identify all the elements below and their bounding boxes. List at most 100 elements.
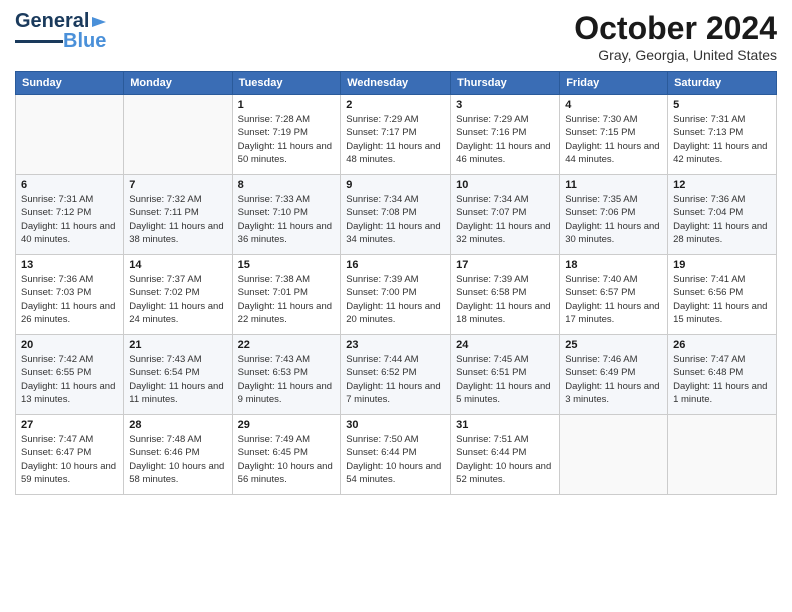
calendar-cell: 25 Sunrise: 7:46 AMSunset: 6:49 PMDayligh… [560, 335, 668, 415]
day-number: 19 [673, 259, 771, 271]
calendar-cell: 21 Sunrise: 7:43 AMSunset: 6:54 PMDayligh… [124, 335, 232, 415]
day-number: 6 [21, 179, 118, 191]
calendar-cell: 22 Sunrise: 7:43 AMSunset: 6:53 PMDayligh… [232, 335, 341, 415]
calendar-cell: 20 Sunrise: 7:42 AMSunset: 6:55 PMDayligh… [16, 335, 124, 415]
header: General Blue October 2024 Gray, Georgia,… [15, 10, 777, 63]
day-number: 29 [238, 419, 336, 431]
day-number: 23 [346, 339, 445, 351]
day-info: Sunrise: 7:37 AMSunset: 7:02 PMDaylight:… [129, 273, 226, 326]
calendar-cell: 1 Sunrise: 7:28 AMSunset: 7:19 PMDaylight… [232, 95, 341, 175]
day-number: 11 [565, 179, 662, 191]
calendar-cell: 23Sunrise: 7:44 AMSunset: 6:52 PMDayligh… [341, 335, 451, 415]
month-title: October 2024 [574, 10, 777, 47]
day-info: Sunrise: 7:30 AMSunset: 7:15 PMDaylight:… [565, 113, 662, 166]
logo: General Blue [15, 10, 108, 53]
day-info: Sunrise: 7:43 AMSunset: 6:54 PMDaylight:… [129, 353, 226, 406]
day-number: 5 [673, 99, 771, 111]
day-info: Sunrise: 7:47 AMSunset: 6:48 PMDaylight:… [673, 353, 771, 406]
title-block: October 2024 Gray, Georgia, United State… [574, 10, 777, 63]
calendar-cell: 2 Sunrise: 7:29 AMSunset: 7:17 PMDaylight… [341, 95, 451, 175]
calendar-header-wednesday: Wednesday [341, 72, 451, 95]
calendar-cell: 30 Sunrise: 7:50 AMSunset: 6:44 PMDayligh… [341, 415, 451, 495]
calendar-cell: 16Sunrise: 7:39 AMSunset: 7:00 PMDayligh… [341, 255, 451, 335]
day-number: 1 [238, 99, 336, 111]
day-number: 13 [21, 259, 118, 271]
day-number: 10 [456, 179, 554, 191]
day-number: 21 [129, 339, 226, 351]
day-info: Sunrise: 7:50 AMSunset: 6:44 PMDaylight:… [346, 433, 445, 486]
calendar-header-friday: Friday [560, 72, 668, 95]
day-number: 25 [565, 339, 662, 351]
calendar-cell: 17 Sunrise: 7:39 AMSunset: 6:58 PMDayligh… [451, 255, 560, 335]
day-info: Sunrise: 7:39 AMSunset: 6:58 PMDaylight:… [456, 273, 554, 326]
calendar-cell: 19 Sunrise: 7:41 AMSunset: 6:56 PMDayligh… [668, 255, 777, 335]
calendar-week-row: 1 Sunrise: 7:28 AMSunset: 7:19 PMDaylight… [16, 95, 777, 175]
logo-underline [15, 40, 63, 43]
day-number: 14 [129, 259, 226, 271]
calendar-cell: 31 Sunrise: 7:51 AMSunset: 6:44 PMDayligh… [451, 415, 560, 495]
calendar-table: SundayMondayTuesdayWednesdayThursdayFrid… [15, 71, 777, 495]
day-number: 20 [21, 339, 118, 351]
day-info: Sunrise: 7:46 AMSunset: 6:49 PMDaylight:… [565, 353, 662, 406]
day-info: Sunrise: 7:40 AMSunset: 6:57 PMDaylight:… [565, 273, 662, 326]
day-number: 31 [456, 419, 554, 431]
day-number: 8 [238, 179, 336, 191]
day-info: Sunrise: 7:42 AMSunset: 6:55 PMDaylight:… [21, 353, 118, 406]
calendar-cell: 6Sunrise: 7:31 AMSunset: 7:12 PMDaylight… [16, 175, 124, 255]
calendar-cell: 27 Sunrise: 7:47 AMSunset: 6:47 PMDayligh… [16, 415, 124, 495]
day-info: Sunrise: 7:38 AMSunset: 7:01 PMDaylight:… [238, 273, 336, 326]
day-info: Sunrise: 7:41 AMSunset: 6:56 PMDaylight:… [673, 273, 771, 326]
day-number: 26 [673, 339, 771, 351]
day-info: Sunrise: 7:51 AMSunset: 6:44 PMDaylight:… [456, 433, 554, 486]
day-number: 22 [238, 339, 336, 351]
calendar-cell: 15Sunrise: 7:38 AMSunset: 7:01 PMDayligh… [232, 255, 341, 335]
calendar-cell: 7Sunrise: 7:32 AMSunset: 7:11 PMDaylight… [124, 175, 232, 255]
calendar-cell: 5 Sunrise: 7:31 AMSunset: 7:13 PMDaylight… [668, 95, 777, 175]
day-info: Sunrise: 7:31 AMSunset: 7:13 PMDaylight:… [673, 113, 771, 166]
page-container: General Blue October 2024 Gray, Georgia,… [0, 0, 792, 505]
day-info: Sunrise: 7:29 AMSunset: 7:17 PMDaylight:… [346, 113, 445, 166]
calendar-cell: 13Sunrise: 7:36 AMSunset: 7:03 PMDayligh… [16, 255, 124, 335]
day-info: Sunrise: 7:29 AMSunset: 7:16 PMDaylight:… [456, 113, 554, 166]
calendar-header-sunday: Sunday [16, 72, 124, 95]
calendar-cell [560, 415, 668, 495]
day-number: 17 [456, 259, 554, 271]
day-info: Sunrise: 7:45 AMSunset: 6:51 PMDaylight:… [456, 353, 554, 406]
day-info: Sunrise: 7:36 AMSunset: 7:04 PMDaylight:… [673, 193, 771, 246]
calendar-cell: 24 Sunrise: 7:45 AMSunset: 6:51 PMDayligh… [451, 335, 560, 415]
day-number: 9 [346, 179, 445, 191]
day-info: Sunrise: 7:32 AMSunset: 7:11 PMDaylight:… [129, 193, 226, 246]
day-info: Sunrise: 7:43 AMSunset: 6:53 PMDaylight:… [238, 353, 336, 406]
calendar-cell: 14 Sunrise: 7:37 AMSunset: 7:02 PMDayligh… [124, 255, 232, 335]
day-number: 24 [456, 339, 554, 351]
logo-arrow-icon [90, 13, 108, 31]
day-number: 3 [456, 99, 554, 111]
calendar-header-monday: Monday [124, 72, 232, 95]
day-number: 18 [565, 259, 662, 271]
calendar-cell [16, 95, 124, 175]
calendar-cell: 4 Sunrise: 7:30 AMSunset: 7:15 PMDaylight… [560, 95, 668, 175]
calendar-cell: 3 Sunrise: 7:29 AMSunset: 7:16 PMDaylight… [451, 95, 560, 175]
location: Gray, Georgia, United States [574, 47, 777, 63]
calendar-cell: 10Sunrise: 7:34 AMSunset: 7:07 PMDayligh… [451, 175, 560, 255]
day-info: Sunrise: 7:28 AMSunset: 7:19 PMDaylight:… [238, 113, 336, 166]
calendar-cell: 12Sunrise: 7:36 AMSunset: 7:04 PMDayligh… [668, 175, 777, 255]
calendar-cell: 28Sunrise: 7:48 AMSunset: 6:46 PMDayligh… [124, 415, 232, 495]
day-info: Sunrise: 7:33 AMSunset: 7:10 PMDaylight:… [238, 193, 336, 246]
day-number: 2 [346, 99, 445, 111]
calendar-header-saturday: Saturday [668, 72, 777, 95]
calendar-header-row: SundayMondayTuesdayWednesdayThursdayFrid… [16, 72, 777, 95]
day-number: 4 [565, 99, 662, 111]
calendar-cell: 9Sunrise: 7:34 AMSunset: 7:08 PMDaylight… [341, 175, 451, 255]
day-number: 28 [129, 419, 226, 431]
day-number: 16 [346, 259, 445, 271]
calendar-week-row: 13Sunrise: 7:36 AMSunset: 7:03 PMDayligh… [16, 255, 777, 335]
calendar-header-tuesday: Tuesday [232, 72, 341, 95]
day-info: Sunrise: 7:35 AMSunset: 7:06 PMDaylight:… [565, 193, 662, 246]
day-info: Sunrise: 7:47 AMSunset: 6:47 PMDaylight:… [21, 433, 118, 486]
day-number: 30 [346, 419, 445, 431]
day-info: Sunrise: 7:49 AMSunset: 6:45 PMDaylight:… [238, 433, 336, 486]
day-number: 27 [21, 419, 118, 431]
calendar-cell: 26 Sunrise: 7:47 AMSunset: 6:48 PMDayligh… [668, 335, 777, 415]
calendar-cell: 18 Sunrise: 7:40 AMSunset: 6:57 PMDayligh… [560, 255, 668, 335]
